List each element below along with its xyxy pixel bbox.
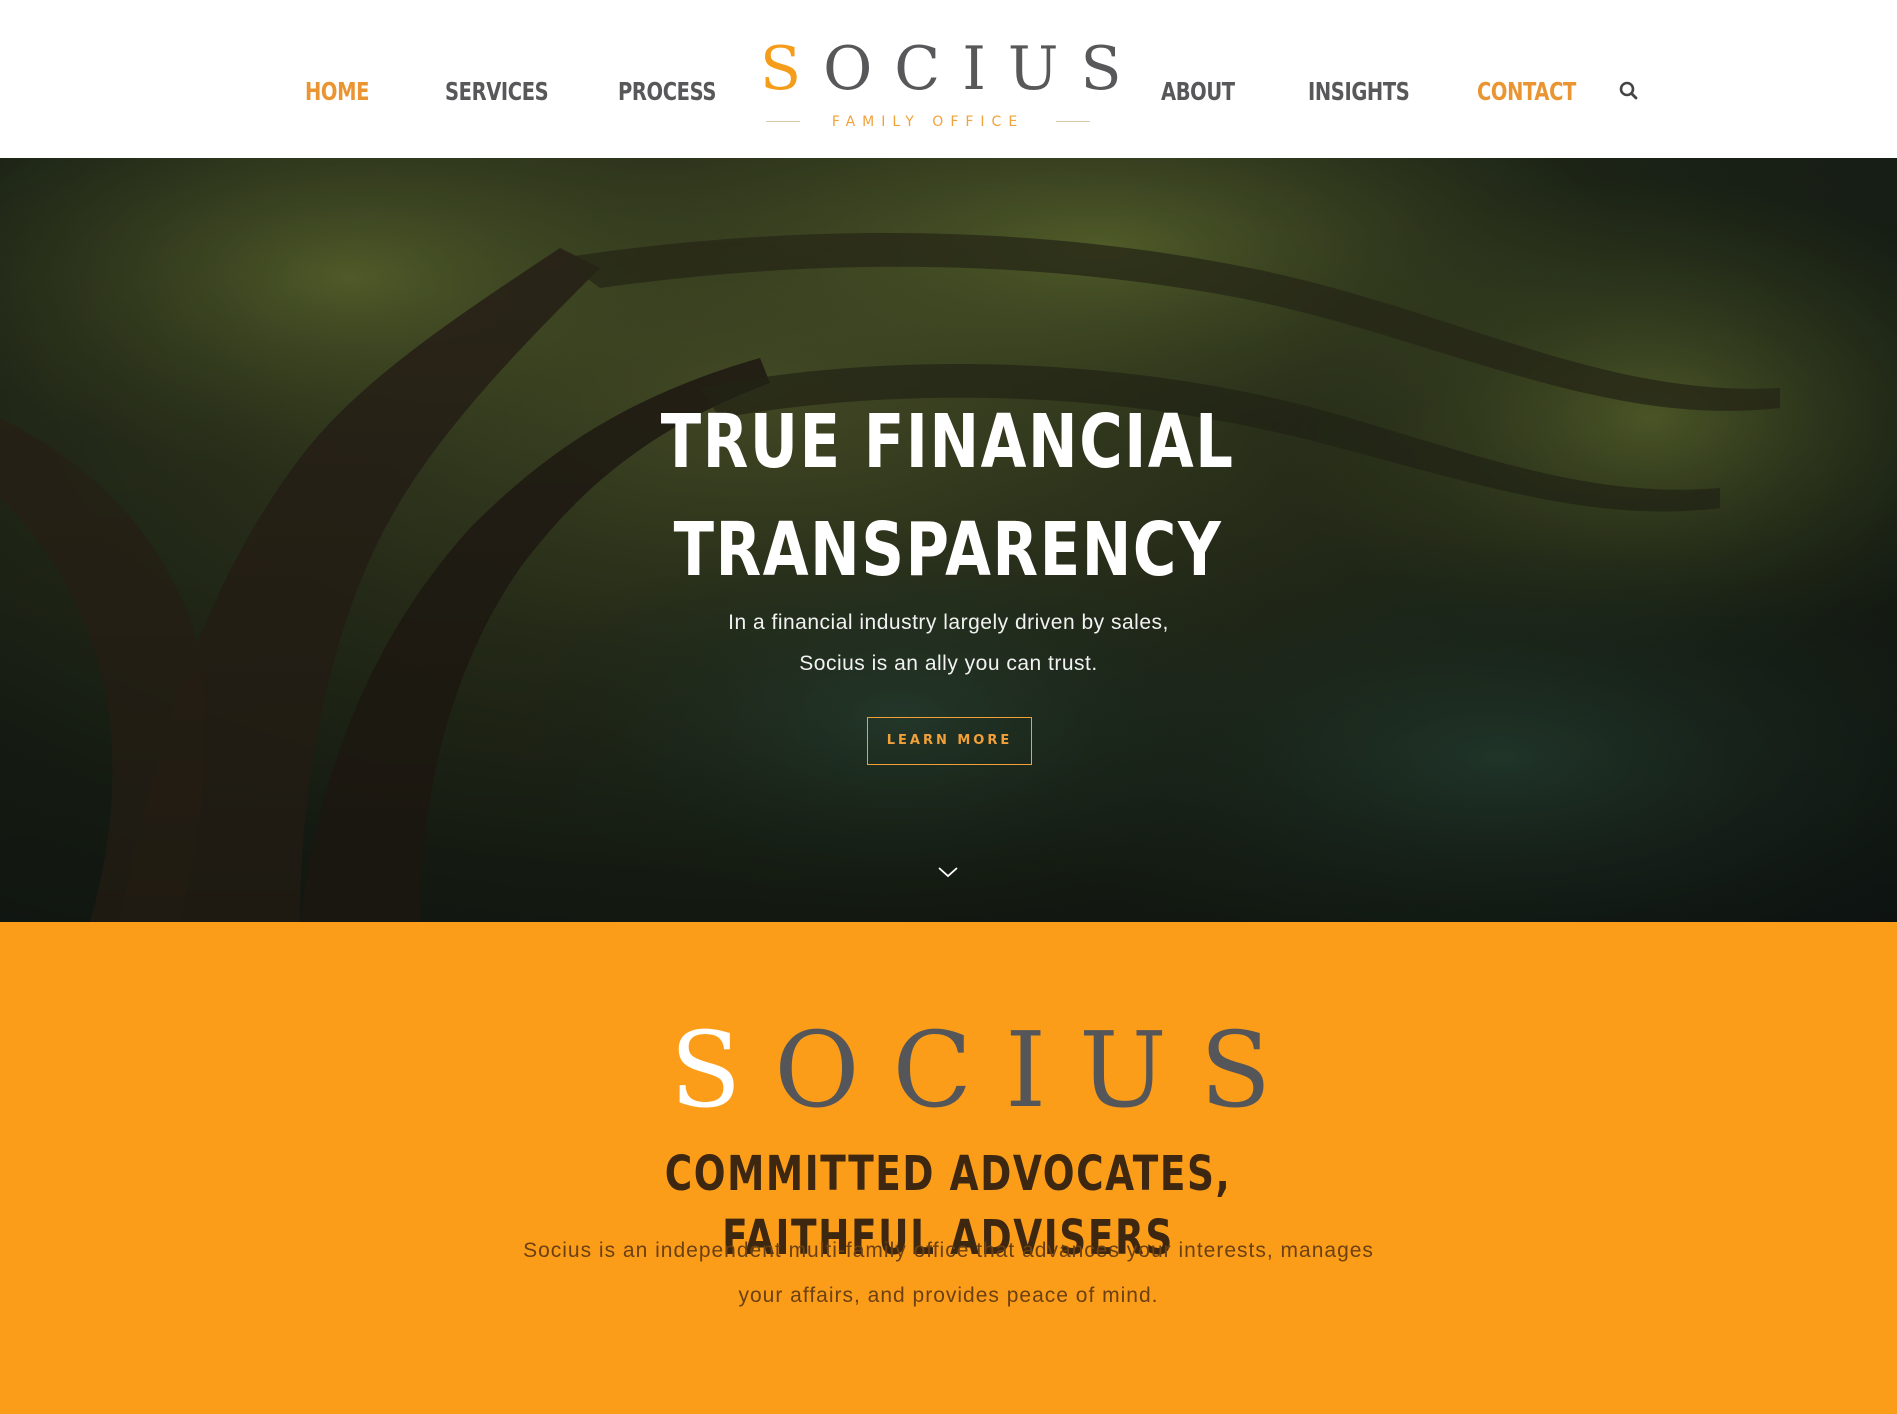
hero-subtitle: In a financial industry largely driven b… bbox=[728, 611, 1169, 675]
chevron-down-icon[interactable] bbox=[936, 860, 960, 884]
about-description: Socius is an independent multi-family of… bbox=[523, 1239, 1374, 1307]
hero-section: TRUE FINANCIAL TRANSPARENCY In a financia… bbox=[0, 158, 1897, 922]
about-section: SOCIUS COMMITTED ADVOCATES, FAITHFUL ADV… bbox=[0, 922, 1897, 1414]
nav-process[interactable]: PROCESS bbox=[618, 72, 716, 112]
nav-insights[interactable]: INSIGHTS bbox=[1308, 72, 1410, 112]
about-logo: SOCIUS bbox=[670, 1009, 1305, 1131]
learn-more-button[interactable]: LEARN MORE bbox=[867, 717, 1032, 765]
site-logo[interactable]: SOCIUS FAMILY OFFICE bbox=[760, 34, 1144, 136]
logo-tagline-row: FAMILY OFFICE bbox=[760, 112, 1096, 132]
hero-title: TRUE FINANCIAL TRANSPARENCY bbox=[661, 399, 1235, 593]
nav-services[interactable]: SERVICES bbox=[445, 72, 549, 112]
logo-tagline: FAMILY OFFICE bbox=[831, 114, 1025, 130]
nav-contact[interactable]: CONTACT bbox=[1477, 72, 1576, 112]
search-icon[interactable] bbox=[1617, 79, 1641, 103]
logo-wordmark: SOCIUS bbox=[760, 34, 1144, 104]
tagline-divider-right bbox=[1056, 121, 1090, 122]
nav-about[interactable]: ABOUT bbox=[1161, 72, 1235, 112]
nav-home[interactable]: HOME bbox=[305, 72, 369, 112]
site-header: HOME SERVICES PROCESS SOCIUS FAMILY OFFI… bbox=[0, 0, 1897, 158]
